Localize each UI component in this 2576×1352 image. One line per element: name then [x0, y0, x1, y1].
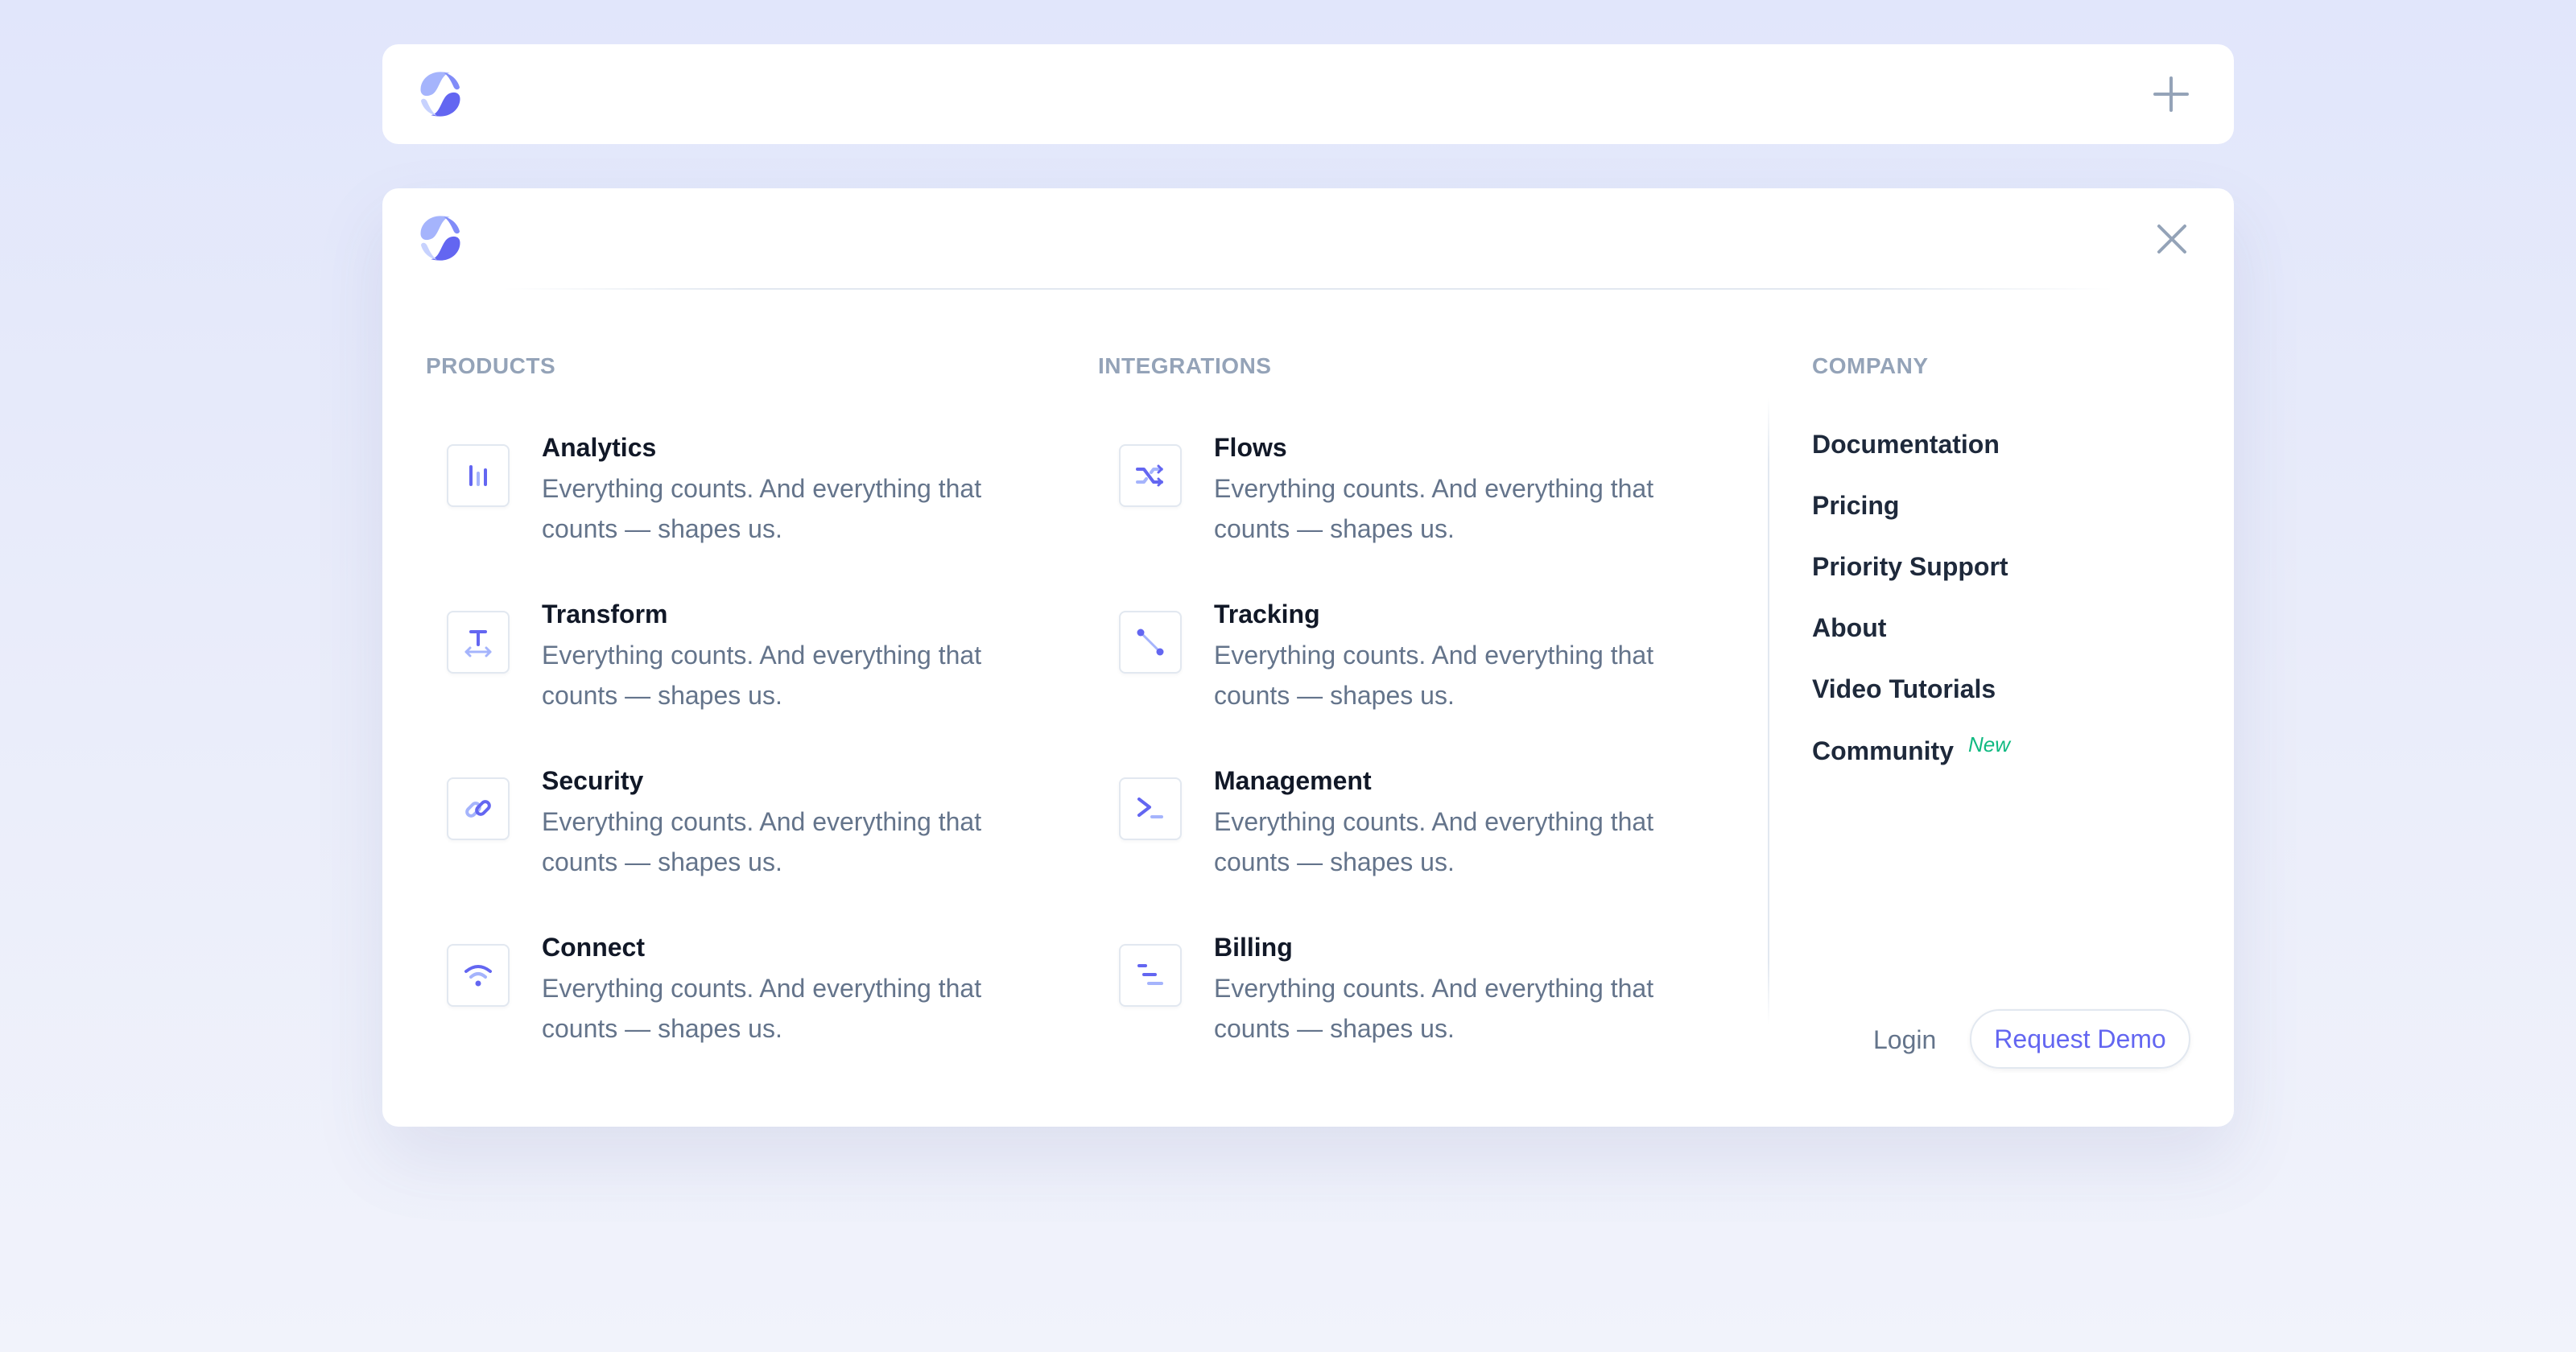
menu-item-security[interactable]: Security Everything counts. And everythi… — [447, 763, 1026, 900]
menu-item-title: Billing — [1214, 933, 1293, 962]
menu-item-description: Everything counts. And everything that c… — [1214, 974, 1654, 1043]
company-link-priority-support[interactable]: Priority Support — [1812, 549, 2008, 584]
list-lines-icon — [1119, 944, 1182, 1007]
login-link[interactable]: Login — [1873, 1022, 1936, 1057]
link-icon — [447, 777, 510, 840]
column-divider — [1768, 398, 1769, 1025]
menu-item-description: Everything counts. And everything that c… — [542, 974, 982, 1043]
menu-item-billing[interactable]: Billing Everything counts. And everythin… — [1119, 930, 1699, 1066]
menu-item-title: Flows — [1214, 433, 1287, 462]
company-heading: COMPANY — [1812, 353, 1929, 378]
company-link-community[interactable]: Community — [1812, 733, 1954, 769]
integrations-heading: INTEGRATIONS — [1098, 353, 1272, 378]
brand-logo-icon[interactable] — [413, 67, 468, 122]
menu-item-management[interactable]: Management Everything counts. And everyt… — [1119, 763, 1699, 900]
menu-item-description: Everything counts. And everything that c… — [542, 474, 982, 543]
menu-item-title: Tracking — [1214, 600, 1320, 629]
menu-item-title: Connect — [542, 933, 645, 962]
menu-item-connect[interactable]: Connect Everything counts. And everythin… — [447, 930, 1026, 1066]
company-link-about[interactable]: About — [1812, 610, 1886, 645]
header-divider — [503, 288, 2113, 290]
menu-item-flows[interactable]: Flows Everything counts. And everything … — [1119, 430, 1699, 567]
close-icon[interactable] — [2153, 221, 2190, 258]
menu-item-tracking[interactable]: Tracking Everything counts. And everythi… — [1119, 596, 1699, 733]
plus-icon[interactable] — [2149, 72, 2194, 117]
menu-item-title: Management — [1214, 766, 1372, 795]
bar-chart-icon — [447, 444, 510, 507]
company-link-documentation[interactable]: Documentation — [1812, 427, 2000, 462]
menu-item-title: Analytics — [542, 433, 657, 462]
menu-item-title: Transform — [542, 600, 668, 629]
menu-item-analytics[interactable]: Analytics Everything counts. And everyth… — [447, 430, 1026, 567]
wifi-icon — [447, 944, 510, 1007]
shuffle-icon — [1119, 444, 1182, 507]
new-badge: New — [1968, 732, 2011, 756]
menu-item-description: Everything counts. And everything that c… — [1214, 807, 1654, 876]
menu-item-description: Everything counts. And everything that c… — [1214, 474, 1654, 543]
collapsed-header — [382, 44, 2234, 144]
menu-item-title: Security — [542, 766, 644, 795]
company-link-video-tutorials[interactable]: Video Tutorials — [1812, 671, 1996, 707]
terminal-icon — [1119, 777, 1182, 840]
vector-line-icon — [1119, 611, 1182, 674]
menu-item-description: Everything counts. And everything that c… — [1214, 641, 1654, 710]
company-link-pricing[interactable]: Pricing — [1812, 488, 1899, 523]
mega-menu: PRODUCTS Analytics Everything counts. An… — [382, 188, 2234, 1127]
text-resize-icon — [447, 611, 510, 674]
menu-item-description: Everything counts. And everything that c… — [542, 807, 982, 876]
menu-item-description: Everything counts. And everything that c… — [542, 641, 982, 710]
products-heading: PRODUCTS — [426, 353, 556, 378]
request-demo-button[interactable]: Request Demo — [1970, 1009, 2190, 1069]
brand-logo-icon[interactable] — [413, 211, 468, 266]
menu-item-transform[interactable]: Transform Everything counts. And everyth… — [447, 596, 1026, 733]
